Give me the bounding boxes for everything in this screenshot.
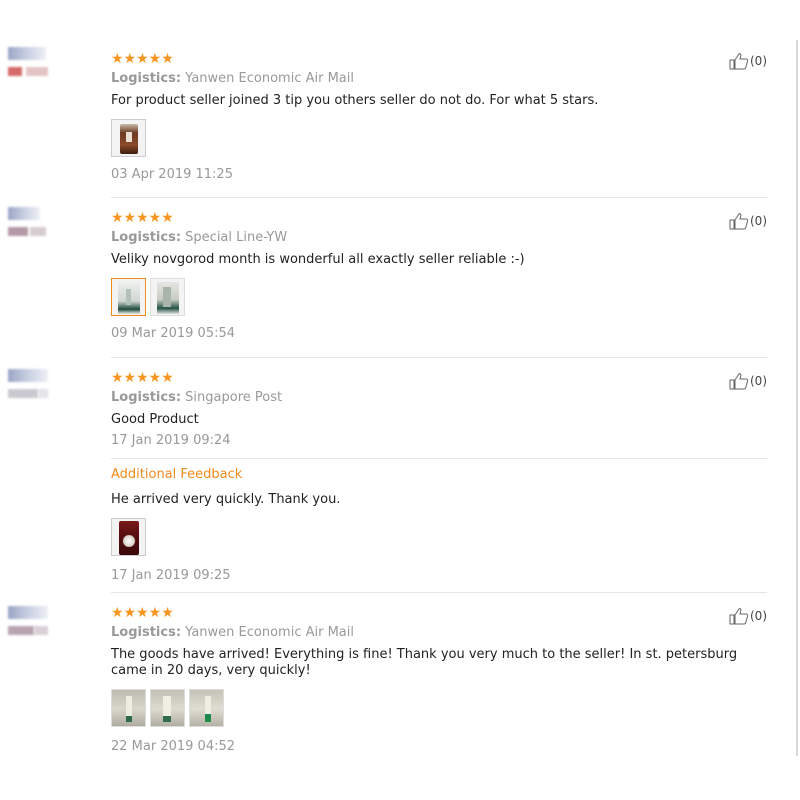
review-item: ★★★★★ Logistics: Singapore Post Good Pro… xyxy=(111,370,771,448)
logistics-label: Logistics: xyxy=(111,625,182,640)
review-divider xyxy=(111,592,767,593)
rating-stars: ★★★★★ xyxy=(111,370,771,386)
logistics-line: Logistics: Special Line-YW xyxy=(111,230,771,245)
additional-feedback-divider xyxy=(111,458,767,459)
right-divider xyxy=(796,40,798,756)
logistics-value: Special Line-YW xyxy=(185,230,288,245)
review-divider xyxy=(111,357,767,358)
logistics-line: Logistics: Singapore Post xyxy=(111,390,771,405)
logistics-line: Logistics: Yanwen Economic Air Mail xyxy=(111,625,771,640)
like-count: (0) xyxy=(750,214,767,228)
review-photo[interactable] xyxy=(150,278,185,316)
review-date: 22 Mar 2019 04:52 xyxy=(111,739,236,754)
rating-stars: ★★★★★ xyxy=(111,210,771,226)
like-count: (0) xyxy=(750,609,767,623)
additional-feedback-title: Additional Feedback xyxy=(111,467,243,482)
photo-list xyxy=(111,689,771,727)
logistics-value: Yanwen Economic Air Mail xyxy=(185,71,354,86)
review-date: 17 Jan 2019 09:24 xyxy=(111,433,231,448)
like-button[interactable]: (0) xyxy=(729,607,767,625)
star-icon: ★★★★★ xyxy=(111,210,174,226)
review-comment: Veliky novgorod month is wonderful all e… xyxy=(111,252,525,267)
review-item: ★★★★★ Logistics: Yanwen Economic Air Mai… xyxy=(111,51,771,182)
additional-feedback-date: 17 Jan 2019 09:25 xyxy=(111,568,231,583)
review-date: 09 Mar 2019 05:54 xyxy=(111,326,236,341)
review-comment: For product seller joined 3 tip you othe… xyxy=(111,93,599,108)
additional-feedback: Additional Feedback He arrived very quic… xyxy=(111,467,771,583)
review-divider xyxy=(111,197,767,198)
rating-stars: ★★★★★ xyxy=(111,51,771,67)
additional-feedback-comment: He arrived very quickly. Thank you. xyxy=(111,492,341,507)
photo-list xyxy=(111,518,771,556)
review-photo[interactable] xyxy=(111,689,146,727)
thumbs-up-icon xyxy=(729,213,749,230)
like-button[interactable]: (0) xyxy=(729,372,767,390)
review-comment: Good Product xyxy=(111,412,199,427)
review-comment: The goods have arrived! Everything is fi… xyxy=(111,647,738,678)
review-photo[interactable] xyxy=(111,119,146,157)
review-item: ★★★★★ Logistics: Special Line-YW Veliky … xyxy=(111,210,771,341)
logistics-value: Yanwen Economic Air Mail xyxy=(185,625,354,640)
star-icon: ★★★★★ xyxy=(111,370,174,386)
review-date: 03 Apr 2019 11:25 xyxy=(111,167,233,182)
thumbs-up-icon xyxy=(729,608,749,625)
like-count: (0) xyxy=(750,54,767,68)
logistics-label: Logistics: xyxy=(111,230,182,245)
review-photo[interactable] xyxy=(111,518,146,556)
thumbs-up-icon xyxy=(729,53,749,70)
logistics-label: Logistics: xyxy=(111,390,182,405)
rating-stars: ★★★★★ xyxy=(111,605,771,621)
star-icon: ★★★★★ xyxy=(111,605,174,621)
review-photo[interactable] xyxy=(111,278,146,316)
review-photo[interactable] xyxy=(189,689,224,727)
logistics-line: Logistics: Yanwen Economic Air Mail xyxy=(111,71,771,86)
like-button[interactable]: (0) xyxy=(729,212,767,230)
review-photo[interactable] xyxy=(150,689,185,727)
like-button[interactable]: (0) xyxy=(729,52,767,70)
review-item: ★★★★★ Logistics: Yanwen Economic Air Mai… xyxy=(111,605,771,754)
logistics-value: Singapore Post xyxy=(185,390,283,405)
star-icon: ★★★★★ xyxy=(111,51,174,67)
photo-list xyxy=(111,119,771,157)
photo-list xyxy=(111,278,771,316)
logistics-label: Logistics: xyxy=(111,71,182,86)
thumbs-up-icon xyxy=(729,373,749,390)
like-count: (0) xyxy=(750,374,767,388)
